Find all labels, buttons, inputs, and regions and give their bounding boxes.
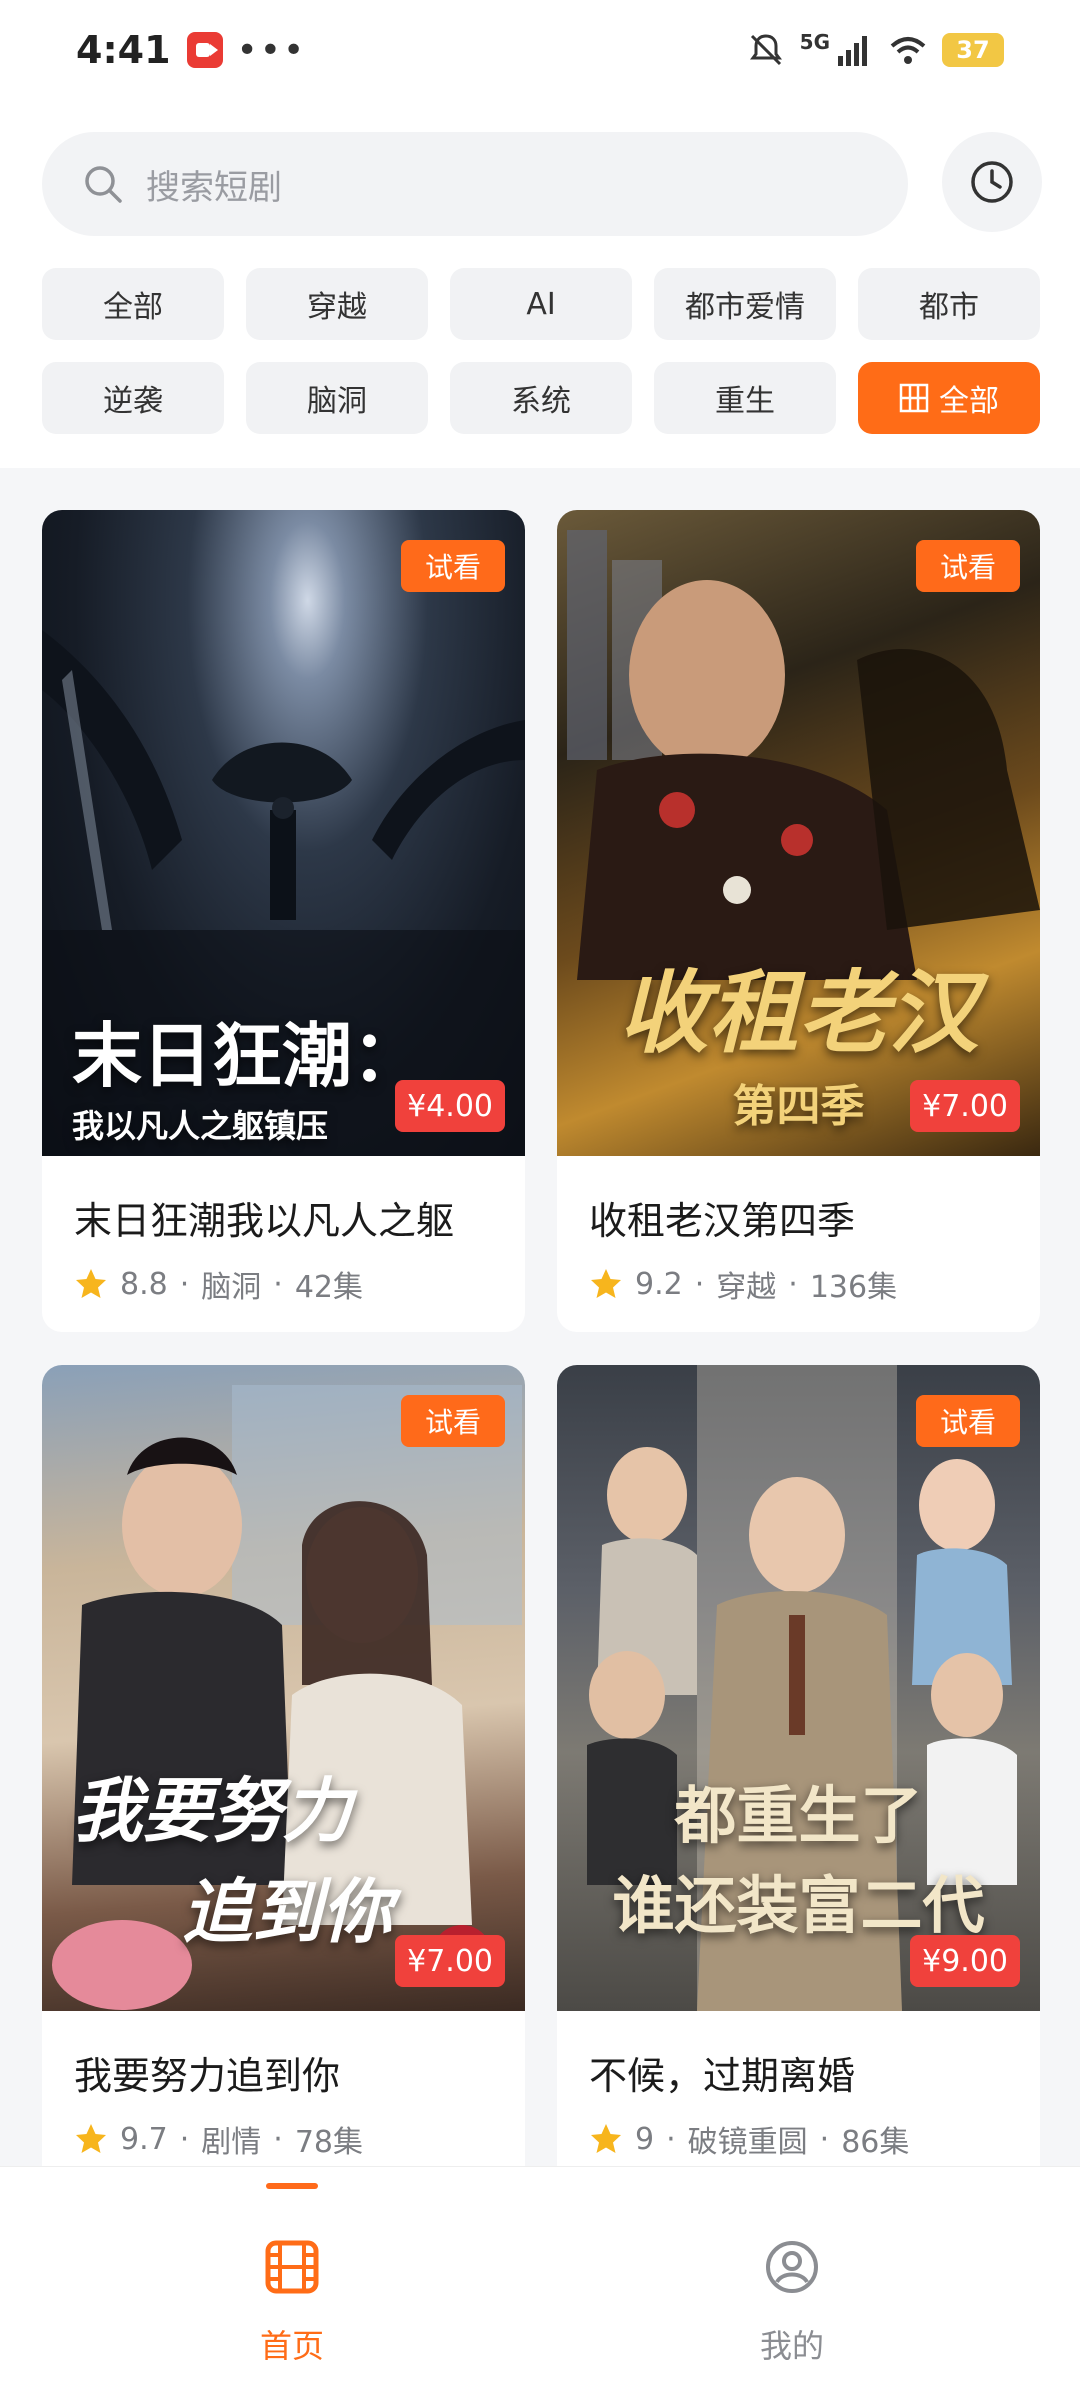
- drama-card[interactable]: 收租老汉 第四季 试看 ¥7.00 收租老汉第四季 9.2 · 穿越 · 136…: [557, 510, 1040, 1332]
- chip-system[interactable]: 系统: [450, 362, 632, 434]
- search-bar[interactable]: 搜索短剧: [42, 132, 908, 236]
- meta-separator: ·: [273, 1266, 283, 1302]
- all-categories-button[interactable]: 全部: [858, 362, 1040, 434]
- screen-record-icon: [186, 32, 223, 68]
- meta-separator: ·: [819, 2121, 830, 2157]
- star-icon: [591, 2124, 621, 2153]
- chip-brainstorm[interactable]: 脑洞: [246, 362, 428, 434]
- user-icon: [766, 2241, 818, 2293]
- meta-separator: ·: [179, 2121, 190, 2157]
- bottom-nav: 首页 我的: [0, 2166, 1080, 2400]
- episode-count: 86集: [841, 2125, 910, 2160]
- card-title: 收租老汉第四季: [589, 1199, 856, 1243]
- chip-row-2: 逆袭 脑洞 系统 重生 全部: [42, 362, 1040, 434]
- rating: 9.7: [120, 2121, 168, 2157]
- price-badge: ¥7.00: [910, 1080, 1020, 1132]
- poster-title: 都重生了 谁还装富二代: [612, 1779, 985, 1942]
- chip-row-1: 全部 穿越 AI 都市爱情 都市: [42, 268, 1040, 340]
- mute-bell-icon: [749, 34, 782, 66]
- genre: 穿越: [716, 1270, 777, 1305]
- rating: 8.8: [120, 1266, 168, 1302]
- episode-count: 42集: [294, 1270, 363, 1305]
- episode-count: 136集: [809, 1270, 898, 1305]
- status-icons: 5G 37: [746, 30, 1004, 70]
- rating: 9.2: [635, 1266, 683, 1302]
- price-badge: ¥7.00: [395, 1935, 505, 1987]
- film-icon: [265, 2240, 319, 2294]
- rating: 9: [635, 2121, 655, 2157]
- nav-mine[interactable]: 我的: [692, 2167, 892, 2400]
- wifi-icon: [890, 37, 926, 64]
- poster-image: 我要努力 追到你 试看 ¥7.00: [42, 1365, 525, 2011]
- card-meta: 9 · 破镜重圆 · 86集: [589, 2117, 909, 2161]
- meta-separator: ·: [273, 2121, 283, 2157]
- chip-all[interactable]: 全部: [42, 268, 224, 340]
- signal-icon: [838, 36, 867, 66]
- star-icon: [76, 2124, 106, 2153]
- status-bar: 4:41 ••• 5G 37: [0, 0, 1080, 100]
- trial-badge: 试看: [916, 540, 1020, 592]
- app-screen: 4:41 ••• 5G 37 搜索短剧 全部 穿越 AI 都市爱情 都市 逆袭 …: [0, 0, 1080, 2400]
- search-icon: [85, 166, 122, 203]
- chip-urban[interactable]: 都市: [858, 268, 1040, 340]
- meta-separator: ·: [694, 1266, 705, 1302]
- chip-ai[interactable]: AI: [450, 268, 632, 340]
- price-badge: ¥9.00: [910, 1935, 1020, 1987]
- card-title: 不候，过期离婚: [589, 2054, 856, 2098]
- nav-mine-label: 我的: [759, 2327, 824, 2365]
- genre: 破镜重圆: [687, 2125, 808, 2160]
- trial-badge: 试看: [401, 540, 505, 592]
- search-placeholder: 搜索短剧: [146, 167, 282, 208]
- battery-indicator: 37: [942, 33, 1004, 67]
- history-button[interactable]: [942, 132, 1042, 232]
- header: 搜索短剧 全部 穿越 AI 都市爱情 都市 逆袭 脑洞 系统 重生 全部: [0, 100, 1080, 468]
- meta-separator: ·: [788, 1266, 798, 1302]
- genre: 剧情: [201, 2125, 262, 2160]
- card-meta: 9.2 · 穿越 · 136集: [589, 1262, 897, 1306]
- category-chips: 全部 穿越 AI 都市爱情 都市 逆袭 脑洞 系统 重生 全部: [42, 268, 1040, 456]
- poster-image: 都重生了 谁还装富二代 试看 ¥9.00: [557, 1365, 1040, 2011]
- card-title: 我要努力追到你: [74, 2054, 341, 2098]
- nav-home-label: 首页: [259, 2327, 324, 2365]
- trial-badge: 试看: [916, 1395, 1020, 1447]
- drama-card[interactable]: 我要努力 追到你 试看 ¥7.00 我要努力追到你 9.7 · 剧情 · 78集: [42, 1365, 525, 2187]
- grid-icon: [899, 383, 929, 413]
- genre: 脑洞: [201, 1270, 262, 1305]
- price-badge: ¥4.00: [395, 1080, 505, 1132]
- card-meta: 9.7 · 剧情 · 78集: [74, 2117, 363, 2161]
- meta-separator: ·: [179, 1266, 190, 1302]
- star-icon: [76, 1269, 106, 1298]
- all-categories-label: 全部: [939, 384, 999, 419]
- chip-urban-romance[interactable]: 都市爱情: [654, 268, 836, 340]
- inactive-indicator-spacer: [766, 2183, 818, 2189]
- star-icon: [591, 1269, 621, 1298]
- clock-icon: [971, 161, 1013, 203]
- poster-image: 收租老汉 第四季 试看 ¥7.00: [557, 510, 1040, 1156]
- chip-time-travel[interactable]: 穿越: [246, 268, 428, 340]
- trial-badge: 试看: [401, 1395, 505, 1447]
- more-notifications-icon: •••: [236, 29, 307, 71]
- meta-separator: ·: [666, 2121, 676, 2157]
- card-meta: 8.8 · 脑洞 · 42集: [74, 1262, 363, 1306]
- card-title: 末日狂潮我以凡人之躯: [74, 1199, 455, 1243]
- nav-home[interactable]: 首页: [192, 2167, 392, 2400]
- chip-comeback[interactable]: 逆袭: [42, 362, 224, 434]
- chip-rebirth[interactable]: 重生: [654, 362, 836, 434]
- status-time: 4:41: [76, 28, 171, 72]
- network-type: 5G: [799, 30, 830, 54]
- drama-card[interactable]: 都重生了 谁还装富二代 试看 ¥9.00 不候，过期离婚 9 · 破镜重圆 · …: [557, 1365, 1040, 2187]
- drama-card[interactable]: 末日狂潮： 我以凡人之躯镇压 试看 ¥4.00 末日狂潮我以凡人之躯 8.8 ·…: [42, 510, 525, 1332]
- poster-title: 我要努力 追到你: [72, 1770, 392, 1953]
- poster-image: 末日狂潮： 我以凡人之躯镇压 试看 ¥4.00: [42, 510, 525, 1156]
- active-indicator: [266, 2183, 318, 2189]
- episode-count: 78集: [294, 2125, 363, 2160]
